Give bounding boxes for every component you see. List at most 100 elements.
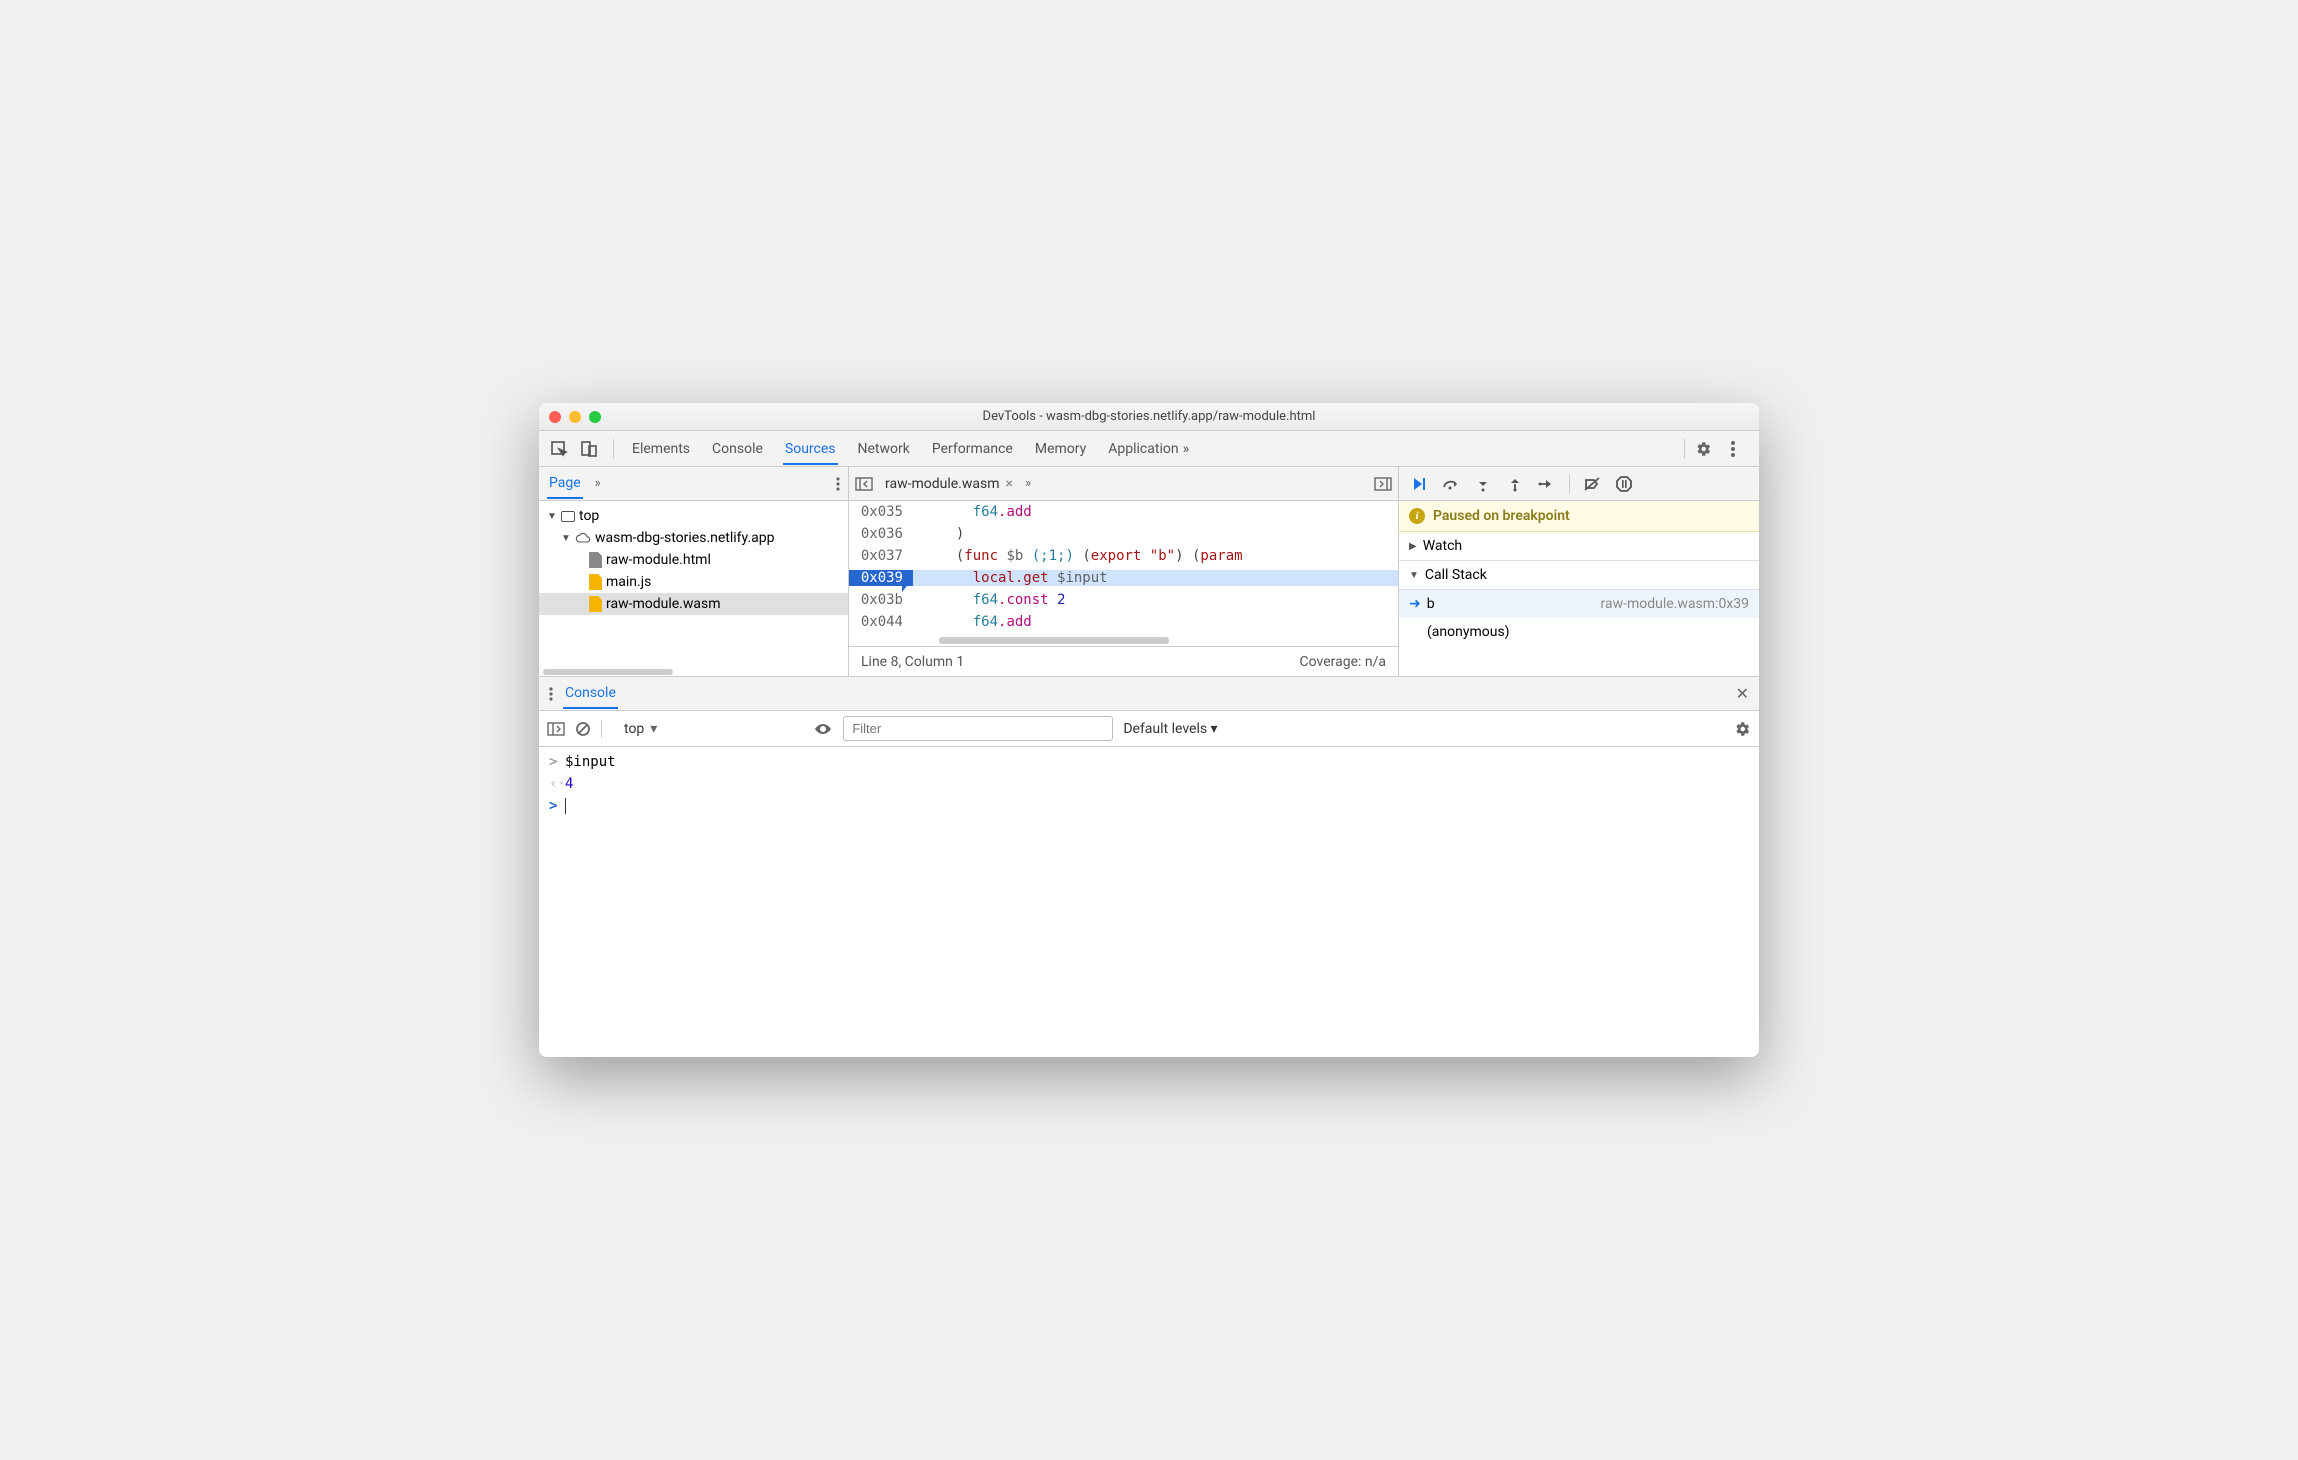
code-text: f64.add [913, 504, 1398, 520]
gutter-addr: 0x036 [849, 526, 913, 542]
console-row: >$input [539, 751, 1759, 773]
live-expression-icon[interactable] [813, 722, 833, 736]
frame-icon [561, 511, 575, 522]
more-icon[interactable] [1721, 437, 1745, 461]
code-line[interactable]: 0x035 f64.add [849, 501, 1398, 523]
navigator-overflow[interactable]: » [595, 476, 601, 491]
gutter-addr: 0x03b [849, 592, 913, 608]
filter-input[interactable] [843, 716, 1113, 741]
tree-file[interactable]: raw-module.html [539, 549, 848, 571]
drawer-more-icon[interactable] [549, 687, 553, 701]
tree-label: raw-module.wasm [606, 596, 721, 612]
deactivate-breakpoints-icon[interactable] [1578, 471, 1606, 497]
editor-statusbar: Line 8, Column 1 Coverage: n/a [849, 646, 1398, 676]
stack-location: raw-module.wasm:0x39 [1601, 596, 1749, 612]
tab-application[interactable]: Application [1106, 433, 1180, 465]
gutter-addr: 0x039 [849, 570, 913, 586]
console-text: 4 [565, 776, 573, 792]
step-icon[interactable] [1533, 471, 1561, 497]
disclosure-triangle-icon: ▼ [1409, 570, 1419, 581]
navigator-scrollbar[interactable] [539, 668, 848, 676]
step-into-icon[interactable] [1469, 471, 1497, 497]
devtools-window: DevTools - wasm-dbg-stories.netlify.app/… [539, 403, 1759, 1057]
tree-label: raw-module.html [606, 552, 711, 568]
code-line[interactable]: 0x036 ) [849, 523, 1398, 545]
editor-pane: raw-module.wasm × » 0x035 f64.add0x036 )… [849, 467, 1399, 676]
tree-file[interactable]: main.js [539, 571, 848, 593]
file-icon [589, 552, 602, 568]
stack-fn: (anonymous) [1427, 624, 1510, 640]
main-area: Page » ▼ top ▼ wasm-dbg-stories.netlify.… [539, 467, 1759, 677]
console-marker: ‹· [549, 776, 565, 792]
navigator-more-icon[interactable] [836, 477, 840, 491]
console-row: > [539, 795, 1759, 817]
console-settings-icon[interactable] [1733, 720, 1751, 738]
coverage-status: Coverage: n/a [1300, 654, 1386, 670]
disclosure-triangle-icon: ▼ [547, 511, 557, 522]
editor-scrollbar[interactable] [849, 634, 1398, 646]
tab-sources[interactable]: Sources [783, 433, 838, 465]
current-frame-icon: ➜ [1409, 596, 1421, 612]
section-label: Call Stack [1425, 567, 1487, 583]
close-drawer-icon[interactable]: ✕ [1736, 684, 1749, 703]
code-text: f64.const 2 [913, 592, 1398, 608]
console-output[interactable]: >$input‹·4> [539, 747, 1759, 1057]
tab-performance[interactable]: Performance [930, 433, 1015, 465]
editor-overflow[interactable]: » [1025, 476, 1031, 491]
navigator-pane: Page » ▼ top ▼ wasm-dbg-stories.netlify.… [539, 467, 849, 676]
pause-exceptions-icon[interactable] [1610, 471, 1638, 497]
panel-tabs: Elements Console Sources Network Performance… [630, 433, 1181, 465]
code-text: f64.add [913, 614, 1398, 630]
log-levels-selector[interactable]: Default levels ▾ [1123, 721, 1217, 737]
clear-console-icon[interactable] [575, 721, 591, 737]
tab-console[interactable]: Console [710, 433, 765, 465]
editor-file-tab[interactable]: raw-module.wasm × [879, 473, 1019, 495]
step-over-icon[interactable] [1437, 471, 1465, 497]
console-marker: > [549, 798, 565, 814]
navigator-tab-page[interactable]: Page [547, 469, 583, 499]
gutter-addr: 0x037 [849, 548, 913, 564]
code-line[interactable]: 0x039 local.get $input [849, 567, 1398, 589]
code-editor[interactable]: 0x035 f64.add0x036 )0x037 (func $b (;1;)… [849, 501, 1398, 634]
editor-file-name: raw-module.wasm [885, 476, 1000, 492]
console-marker: > [549, 754, 565, 770]
code-line[interactable]: 0x03b f64.const 2 [849, 589, 1398, 611]
toggle-navigator-icon[interactable] [855, 477, 873, 491]
code-line[interactable]: 0x037 (func $b (;1;) (export "b") (param [849, 545, 1398, 567]
console-sidebar-icon[interactable] [547, 722, 565, 736]
file-icon [589, 574, 602, 590]
watch-section[interactable]: ▶ Watch [1399, 532, 1759, 561]
device-icon[interactable] [577, 437, 601, 461]
tab-network[interactable]: Network [856, 433, 912, 465]
file-icon [589, 596, 602, 612]
cloud-icon [575, 530, 591, 546]
console-text: $input [565, 754, 616, 770]
drawer-tab-console[interactable]: Console [563, 679, 618, 709]
section-label: Watch [1423, 538, 1462, 554]
resume-icon[interactable] [1405, 471, 1433, 497]
tab-memory[interactable]: Memory [1033, 433, 1088, 465]
callstack-section[interactable]: ▼ Call Stack [1399, 561, 1759, 590]
tree-domain[interactable]: ▼ wasm-dbg-stories.netlify.app [539, 527, 848, 549]
tab-elements[interactable]: Elements [630, 433, 692, 465]
stack-frame[interactable]: ➜ b raw-module.wasm:0x39 [1399, 590, 1759, 618]
inspect-icon[interactable] [547, 437, 571, 461]
step-out-icon[interactable] [1501, 471, 1529, 497]
close-tab-icon[interactable]: × [1006, 476, 1013, 492]
cursor-position: Line 8, Column 1 [861, 654, 964, 670]
file-tree: ▼ top ▼ wasm-dbg-stories.netlify.app raw… [539, 501, 848, 619]
stack-fn: b [1427, 596, 1435, 612]
separator [1569, 475, 1570, 493]
tree-top-frame[interactable]: ▼ top [539, 505, 848, 527]
stack-frame[interactable]: (anonymous) [1399, 618, 1759, 646]
tabs-overflow[interactable]: » [1181, 433, 1192, 465]
context-label: top [624, 721, 644, 737]
toggle-debugger-icon[interactable] [1374, 477, 1392, 491]
tree-file[interactable]: raw-module.wasm [539, 593, 848, 615]
tree-label: wasm-dbg-stories.netlify.app [595, 530, 774, 546]
gutter-addr: 0x044 [849, 614, 913, 630]
tree-label: main.js [606, 574, 651, 590]
code-line[interactable]: 0x044 f64.add [849, 611, 1398, 633]
settings-icon[interactable] [1691, 437, 1715, 461]
context-selector[interactable]: top ▾ [618, 719, 663, 739]
